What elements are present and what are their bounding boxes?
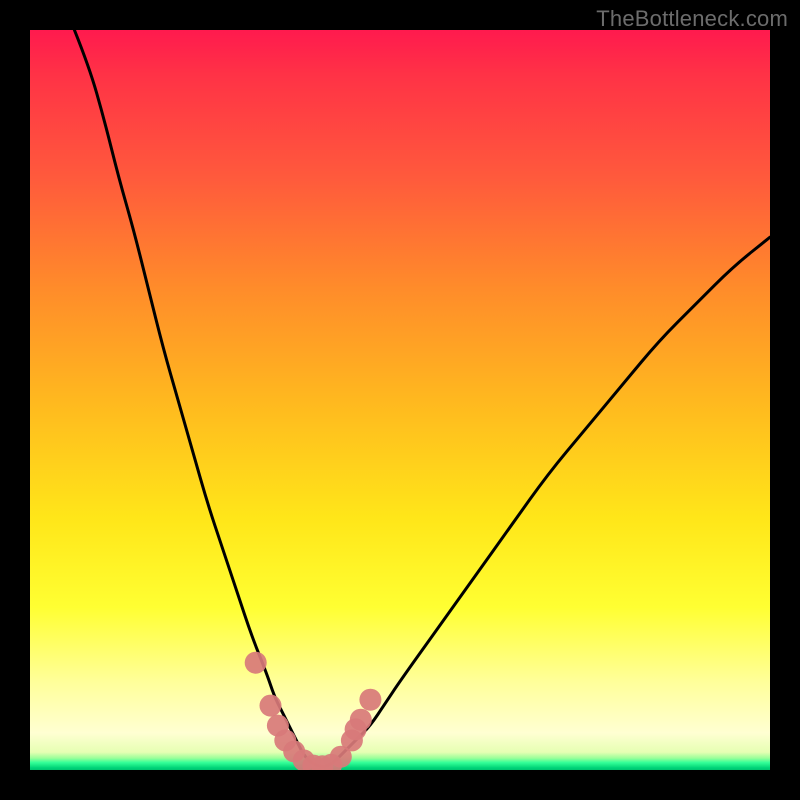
curve-marker-dot (260, 695, 282, 717)
watermark-label: TheBottleneck.com (596, 6, 788, 32)
curve-marker-dot (245, 652, 267, 674)
plot-area (30, 30, 770, 770)
curve-marker-dot (359, 689, 381, 711)
bottleneck-curve (74, 30, 770, 766)
curve-layer (30, 30, 770, 770)
curve-marker-dot (350, 709, 372, 731)
bottleneck-curve-path (74, 30, 770, 766)
chart-frame: TheBottleneck.com (0, 0, 800, 800)
